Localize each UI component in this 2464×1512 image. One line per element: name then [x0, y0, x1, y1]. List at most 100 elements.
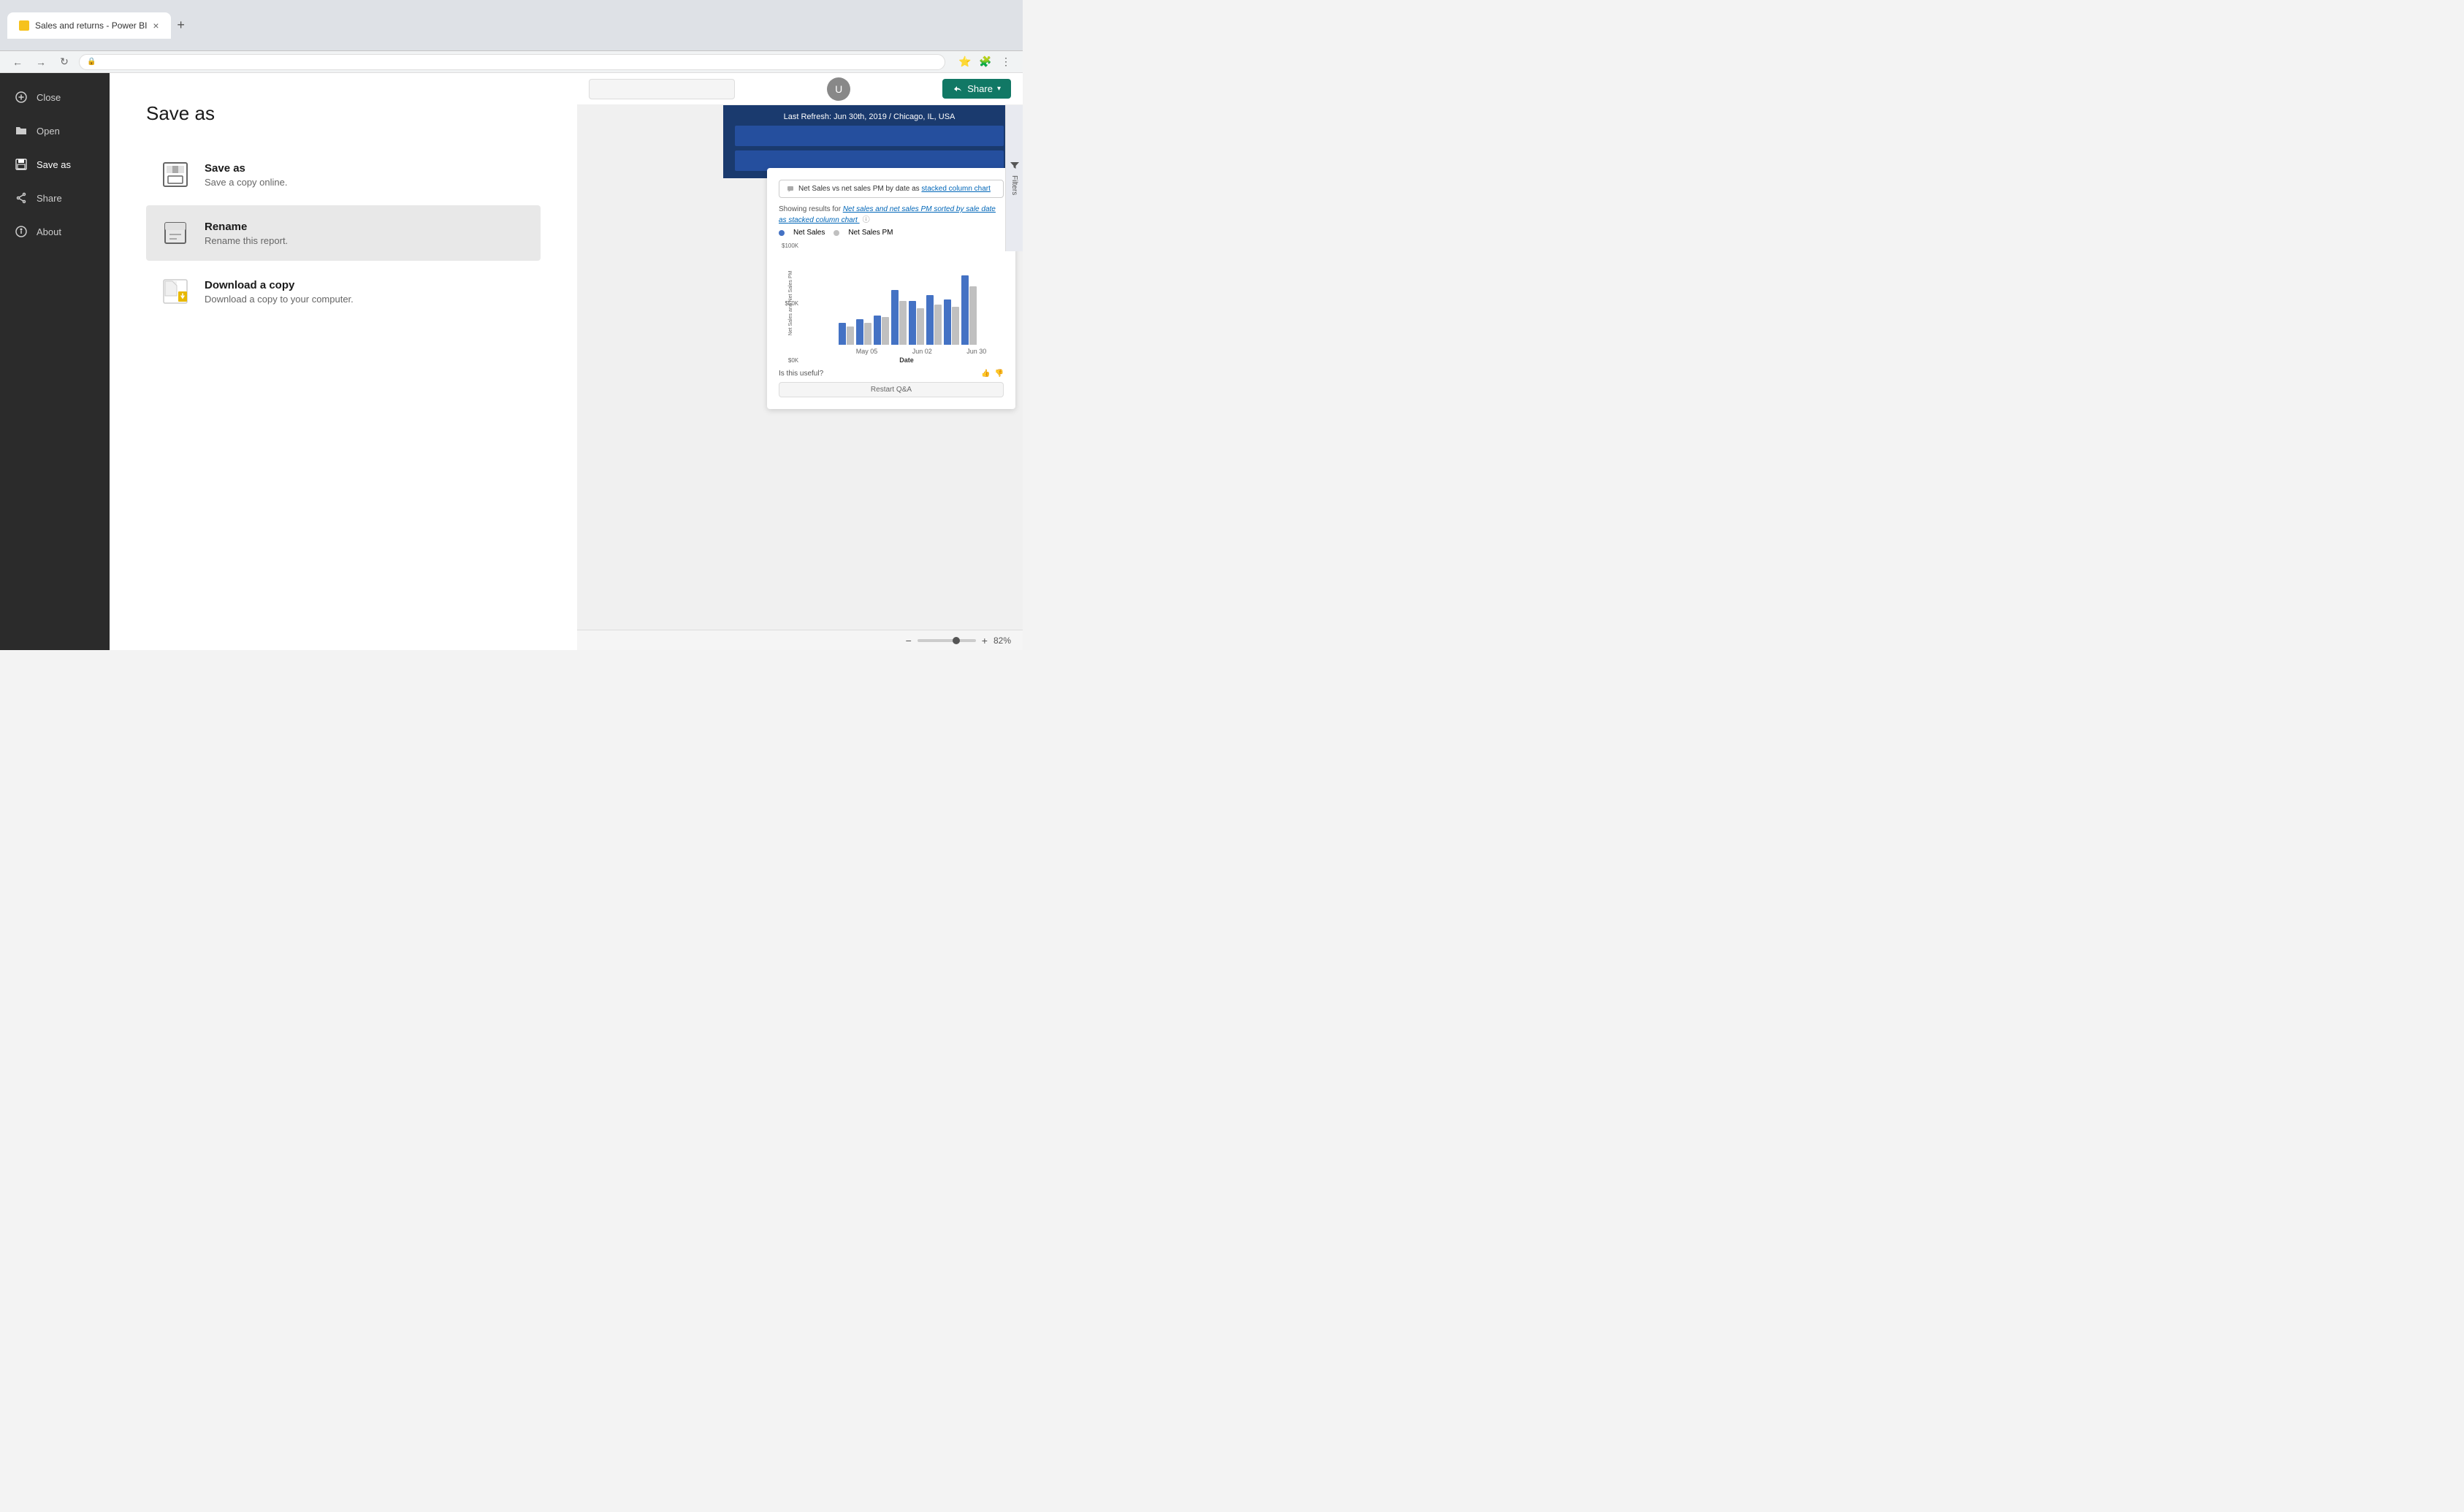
x-label-jun30: Jun 30	[966, 348, 986, 355]
bar-pm-2	[864, 323, 871, 345]
app-container: Close Open Save as	[0, 73, 1023, 650]
share-btn-label: Share	[967, 83, 993, 94]
powerbi-topbar: U Share ▾	[577, 73, 1023, 105]
bar-ns-6	[926, 295, 934, 345]
sidebar-item-about[interactable]: About	[0, 215, 110, 248]
sidebar-item-open[interactable]: Open	[0, 114, 110, 148]
bar-group-5	[909, 301, 924, 345]
chart-legend: Net Sales Net Sales PM	[779, 229, 1004, 237]
download-copy-desc: Download a copy to your computer.	[205, 294, 354, 305]
browser-tab[interactable]: Sales and returns - Power BI ×	[7, 12, 171, 39]
y-tick-100k: $100K	[782, 243, 798, 249]
bar-group-7	[944, 299, 959, 345]
save-as-online-label: Save as	[205, 162, 287, 175]
chart-x-labels: May 05 Jun 02 Jun 30	[809, 348, 1004, 355]
filters-label	[1010, 161, 1020, 171]
chart-x-title: Date	[809, 356, 1004, 364]
extensions-icon[interactable]: 🧩	[977, 54, 993, 70]
zoom-slider[interactable]	[918, 639, 976, 642]
bar-pm-6	[934, 305, 942, 345]
open-label: Open	[37, 126, 60, 137]
info-icon	[15, 225, 28, 238]
save-icon	[15, 158, 28, 171]
forward-button[interactable]: →	[32, 53, 50, 71]
bar-group-1	[839, 323, 854, 345]
refresh-button[interactable]: ↻	[56, 53, 73, 71]
bar-ns-3	[874, 316, 881, 345]
thumbs-down-icon[interactable]: 👎	[995, 370, 1004, 378]
rename-desc: Rename this report.	[205, 235, 288, 246]
zoom-level-display: 82%	[993, 635, 1011, 646]
bar-ns-5	[909, 301, 916, 345]
net-sales-pm-dot	[834, 230, 839, 236]
background-content: U Share ▾ Last Refresh: Jun 30th, 2019 /…	[577, 73, 1023, 650]
bar-group-2	[856, 319, 871, 345]
x-label-jun02: Jun 02	[912, 348, 932, 355]
download-icon	[161, 277, 190, 306]
net-sales-pm-legend-label: Net Sales PM	[848, 229, 893, 237]
user-avatar: U	[827, 77, 850, 101]
restart-qa-button[interactable]: Restart Q&A	[779, 382, 1004, 397]
bar-pm-4	[899, 301, 907, 345]
bar-ns-8	[961, 275, 969, 345]
save-as-panel: Save as Save as Save a copy online.	[110, 73, 577, 650]
new-tab-button[interactable]: +	[171, 15, 191, 36]
save-as-online-desc: Save a copy online.	[205, 177, 287, 188]
sidebar-item-save-as[interactable]: Save as	[0, 148, 110, 181]
share-btn-icon	[953, 84, 963, 94]
sidebar: Close Open Save as	[0, 73, 110, 650]
bar-ns-2	[856, 319, 863, 345]
save-as-online-option[interactable]: Save as Save a copy online.	[146, 147, 541, 202]
menu-icon[interactable]: ⋮	[998, 54, 1014, 70]
share-label: Share	[37, 193, 62, 204]
y-tick-0k: $0K	[788, 357, 798, 364]
download-copy-option[interactable]: Download a copy Download a copy to your …	[146, 264, 541, 319]
bookmark-icon[interactable]: ⭐	[957, 54, 973, 70]
tab-close-button[interactable]: ×	[153, 20, 159, 31]
bar-group-4	[891, 290, 907, 345]
bar-pm-8	[969, 286, 977, 345]
net-sales-dot	[779, 230, 785, 236]
save-as-online-text: Save as Save a copy online.	[205, 162, 287, 188]
sidebar-item-share[interactable]: Share	[0, 181, 110, 215]
rename-icon	[161, 218, 190, 248]
qa-footer: Is this useful? 👍 👎	[779, 370, 1004, 378]
filters-text: Filters	[1010, 175, 1018, 195]
share-chevron: ▾	[997, 85, 1001, 93]
qa-search-box[interactable]: Net Sales vs net sales PM by date as sta…	[779, 180, 1004, 198]
tab-title: Sales and returns - Power BI	[35, 20, 147, 31]
net-sales-legend-label: Net Sales	[793, 229, 825, 237]
close-label: Close	[37, 92, 61, 103]
blue-refresh-banner: Last Refresh: Jun 30th, 2019 / Chicago, …	[723, 105, 1015, 178]
bar-pm-5	[917, 308, 924, 345]
sidebar-item-close[interactable]: Close	[0, 80, 110, 114]
browser-action-buttons: ⭐ 🧩 ⋮	[957, 54, 1014, 70]
back-button[interactable]: ←	[9, 53, 26, 71]
folder-icon	[15, 124, 28, 137]
bar-ns-1	[839, 323, 846, 345]
filters-tab[interactable]: Filters	[1005, 105, 1023, 251]
rename-text: Rename Rename this report.	[205, 221, 288, 246]
thumbs-up-icon[interactable]: 👍	[981, 370, 990, 378]
share-button[interactable]: Share ▾	[942, 79, 1011, 99]
rename-option[interactable]: Rename Rename this report.	[146, 205, 541, 261]
about-label: About	[37, 226, 61, 237]
share-sidebar-icon	[15, 191, 28, 205]
zoom-plus-button[interactable]: +	[982, 635, 988, 646]
qa-feedback-buttons: 👍 👎	[981, 370, 1004, 378]
save-as-label: Save as	[37, 159, 71, 170]
save-as-title: Save as	[146, 102, 541, 125]
bar-group-3	[874, 316, 889, 345]
chart-container: $100K $50K $0K Net Sales and Net Sales P…	[779, 243, 1004, 364]
chart-bars-area	[809, 243, 1004, 345]
search-box	[589, 79, 735, 99]
zoom-bar: − + 82%	[577, 630, 1023, 650]
bar-ns-7	[944, 299, 951, 345]
browser-tab-bar: Sales and returns - Power BI × +	[0, 0, 1023, 51]
address-input[interactable]: 🔒	[79, 54, 945, 70]
chart-y-label: Net Sales and Net Sales PM	[788, 271, 793, 336]
chat-icon	[787, 186, 794, 193]
qa-chart-card: Net Sales vs net sales PM by date as sta…	[767, 168, 1015, 409]
bar-group-6	[926, 295, 942, 345]
zoom-minus-button[interactable]: −	[906, 635, 912, 646]
